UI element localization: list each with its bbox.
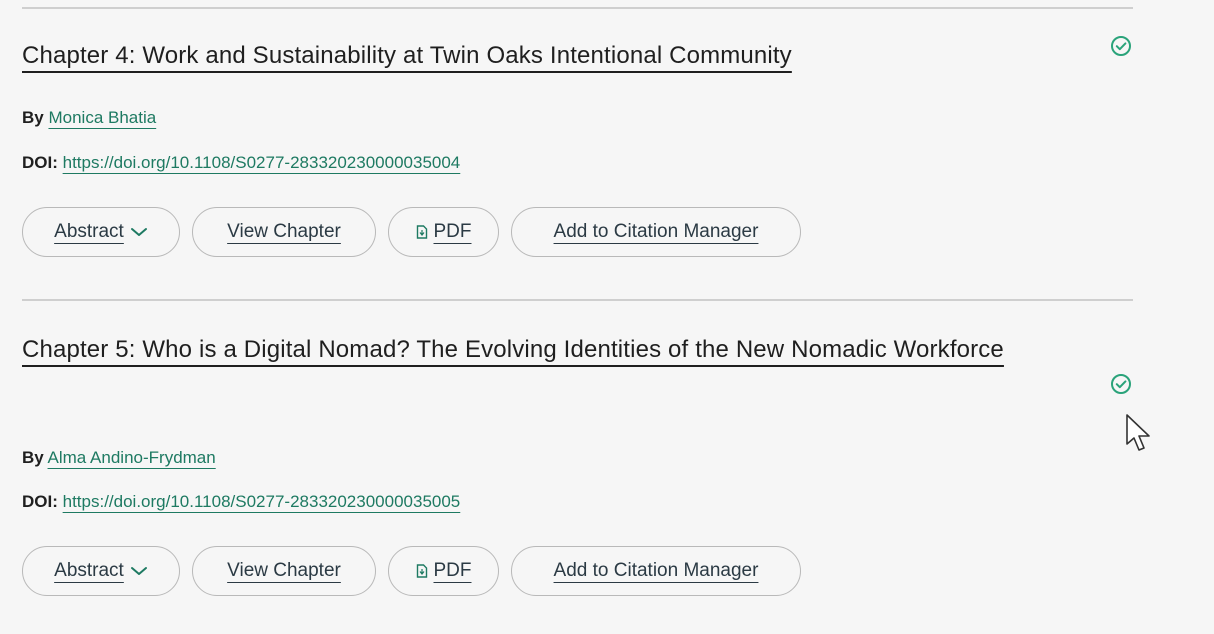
chapter-title-link[interactable]: Chapter 5: Who is a Digital Nomad? The E… xyxy=(22,336,1004,363)
chapter-list: Chapter 4: Work and Sustainability at Tw… xyxy=(0,0,1214,634)
check-circle-icon xyxy=(1111,374,1131,394)
doi-link[interactable]: https://doi.org/10.1108/S0277-2833202300… xyxy=(63,492,461,511)
citation-label: Add to Citation Manager xyxy=(553,221,759,242)
chevron-down-icon xyxy=(130,567,147,575)
chapter-title-link[interactable]: Chapter 4: Work and Sustainability at Tw… xyxy=(22,42,792,69)
author-line: By Alma Andino-Frydman xyxy=(22,447,216,469)
doi-label: DOI: xyxy=(22,153,58,172)
divider xyxy=(22,299,1133,301)
add-to-citation-manager-button[interactable]: Add to Citation Manager xyxy=(511,546,801,596)
by-label: By xyxy=(22,108,44,127)
author-link[interactable]: Monica Bhatia xyxy=(48,108,156,127)
chapter-title[interactable]: Chapter 4: Work and Sustainability at Tw… xyxy=(22,34,1052,78)
chevron-down-icon xyxy=(130,228,147,236)
check-circle-icon xyxy=(1111,36,1131,56)
abstract-button[interactable]: Abstract xyxy=(22,546,180,596)
chapter-item: Chapter 4: Work and Sustainability at Tw… xyxy=(22,34,1152,264)
doi-line: DOI: https://doi.org/10.1108/S0277-28332… xyxy=(22,491,460,513)
citation-label: Add to Citation Manager xyxy=(553,560,759,581)
doi-line: DOI: https://doi.org/10.1108/S0277-28332… xyxy=(22,152,460,174)
chapter-item: Chapter 5: Who is a Digital Nomad? The E… xyxy=(22,328,1152,608)
abstract-label: Abstract xyxy=(54,560,124,581)
view-chapter-label: View Chapter xyxy=(227,560,341,581)
mouse-cursor-icon xyxy=(1126,414,1150,451)
pdf-file-icon xyxy=(416,564,427,578)
pdf-file-icon xyxy=(416,225,427,239)
pdf-button[interactable]: PDF xyxy=(388,546,499,596)
pdf-button[interactable]: PDF xyxy=(388,207,499,257)
abstract-button[interactable]: Abstract xyxy=(22,207,180,257)
abstract-label: Abstract xyxy=(54,221,124,242)
pdf-label: PDF xyxy=(433,221,472,242)
doi-link[interactable]: https://doi.org/10.1108/S0277-2833202300… xyxy=(63,153,461,172)
chapter-actions: Abstract View Chapter PDF Add to Citatio… xyxy=(22,546,801,596)
author-line: By Monica Bhatia xyxy=(22,107,156,129)
view-chapter-label: View Chapter xyxy=(227,221,341,242)
add-to-citation-manager-button[interactable]: Add to Citation Manager xyxy=(511,207,801,257)
view-chapter-button[interactable]: View Chapter xyxy=(192,546,376,596)
pdf-label: PDF xyxy=(433,560,472,581)
chapter-title[interactable]: Chapter 5: Who is a Digital Nomad? The E… xyxy=(22,328,1052,372)
author-link[interactable]: Alma Andino-Frydman xyxy=(48,448,216,467)
doi-label: DOI: xyxy=(22,492,58,511)
chapter-actions: Abstract View Chapter PDF Add to Citatio… xyxy=(22,207,801,257)
view-chapter-button[interactable]: View Chapter xyxy=(192,207,376,257)
by-label: By xyxy=(22,448,44,467)
divider xyxy=(22,7,1133,9)
